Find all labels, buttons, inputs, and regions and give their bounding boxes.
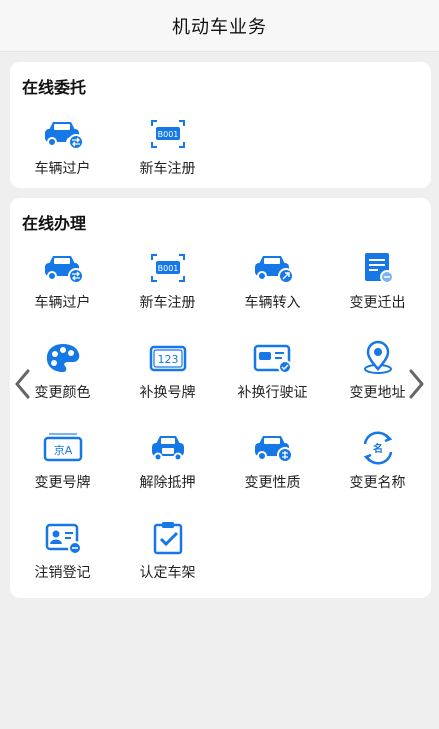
car-property-icon xyxy=(254,436,293,463)
carousel-prev-button[interactable] xyxy=(8,364,38,404)
svg-text:名: 名 xyxy=(373,442,383,455)
license-plate-icon: 123 xyxy=(149,345,186,372)
car-transfer-button[interactable]: 车辆过户 xyxy=(10,250,115,330)
new-car-register-label: 新车注册 xyxy=(139,295,196,311)
plate-scan-icon: B001 xyxy=(150,254,185,282)
driving-license-icon xyxy=(253,344,292,374)
online-entrust-title: 在线委托 xyxy=(22,78,87,97)
replace-driving-license-label: 补换行驶证 xyxy=(237,385,308,401)
change-property-button[interactable]: 变更性质 xyxy=(220,430,325,510)
identify-frame-label: 认定车架 xyxy=(139,565,196,581)
online-handle-card: 在线办理 车辆过户 B001 新车注册 车辆转入 变更迁出 变更颜色 123 补… xyxy=(10,198,431,598)
deregister-label: 注销登记 xyxy=(34,565,91,581)
palette-icon xyxy=(46,344,79,372)
document-change-icon xyxy=(364,253,394,284)
svg-text:B001: B001 xyxy=(157,130,178,139)
change-move-out-button[interactable]: 变更迁出 xyxy=(325,250,430,330)
plate-jing-a-icon: 京A xyxy=(43,433,82,462)
svg-text:京A: 京A xyxy=(53,443,72,457)
release-mortgage-button[interactable]: 解除抵押 xyxy=(115,430,220,510)
change-name-label: 变更名称 xyxy=(349,475,406,491)
car-transfer-in-label: 车辆转入 xyxy=(244,295,301,311)
clipboard-check-icon xyxy=(153,522,182,555)
change-color-label: 变更颜色 xyxy=(34,385,91,401)
plate-scan-icon: B001 xyxy=(150,120,185,148)
change-plate-label: 变更号牌 xyxy=(34,475,91,491)
entrust-new-car-register-button[interactable]: B001 新车注册 xyxy=(115,116,220,196)
replace-driving-license-button[interactable]: 补换行驶证 xyxy=(220,340,325,420)
release-mortgage-label: 解除抵押 xyxy=(139,475,196,491)
chevron-left-icon xyxy=(13,367,32,401)
top-bar: 机动车业务 xyxy=(0,0,439,52)
svg-text:B001: B001 xyxy=(157,264,178,273)
chevron-right-icon xyxy=(407,367,426,401)
id-card-cancel-icon xyxy=(45,523,82,555)
car-transfer-label: 车辆过户 xyxy=(34,295,91,311)
name-change-icon: 名 xyxy=(363,431,392,465)
change-property-label: 变更性质 xyxy=(244,475,301,491)
change-address-label: 变更地址 xyxy=(349,385,406,401)
new-car-register-button[interactable]: B001 新车注册 xyxy=(115,250,220,330)
online-entrust-card: 在线委托 车辆过户 B001 新车注册 xyxy=(10,62,431,188)
identify-frame-button[interactable]: 认定车架 xyxy=(115,520,220,600)
svg-text:123: 123 xyxy=(157,353,178,366)
replace-plate-label: 补换号牌 xyxy=(139,385,196,401)
change-plate-button[interactable]: 京A 变更号牌 xyxy=(10,430,115,510)
car-transfer-in-icon xyxy=(254,256,294,284)
entrust-car-transfer-button[interactable]: 车辆过户 xyxy=(10,116,115,196)
entrust-car-transfer-label: 车辆过户 xyxy=(34,161,91,177)
deregister-button[interactable]: 注销登记 xyxy=(10,520,115,600)
change-name-button[interactable]: 名 变更名称 xyxy=(325,430,430,510)
car-transfer-in-button[interactable]: 车辆转入 xyxy=(220,250,325,330)
entrust-new-car-register-label: 新车注册 xyxy=(139,161,196,177)
change-move-out-label: 变更迁出 xyxy=(349,295,406,311)
online-handle-title: 在线办理 xyxy=(22,214,87,233)
page-title: 机动车业务 xyxy=(172,16,267,38)
car-transfer-icon xyxy=(44,122,84,150)
car-transfer-icon xyxy=(44,256,84,284)
carousel-next-button[interactable] xyxy=(401,364,431,404)
replace-plate-button[interactable]: 123 补换号牌 xyxy=(115,340,220,420)
location-pin-icon xyxy=(363,340,392,374)
car-mortgage-release-icon xyxy=(151,436,184,462)
